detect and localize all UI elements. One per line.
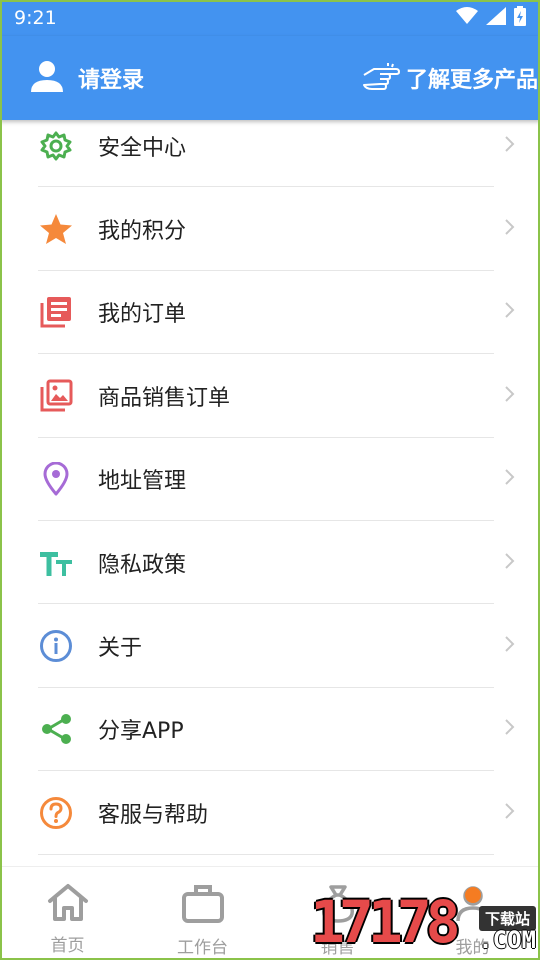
- order-list-icon: [38, 294, 74, 330]
- app-header: 请登录 了解更多产品: [0, 36, 540, 120]
- menu-item-my-points[interactable]: 我的积分: [0, 187, 540, 272]
- menu-item-address-management[interactable]: 地址管理: [0, 438, 540, 522]
- share-icon: [38, 711, 74, 747]
- gallery-icon: [38, 378, 74, 414]
- menu-item-sales-orders[interactable]: 商品销售订单: [0, 354, 540, 438]
- chevron-right-icon: [504, 468, 516, 490]
- help-icon: [38, 795, 74, 831]
- menu-item-about[interactable]: 关于: [0, 604, 540, 689]
- watermark-number: 17178: [310, 888, 461, 956]
- wifi-icon: [456, 6, 478, 30]
- gear-icon: [38, 128, 74, 164]
- chevron-right-icon: [504, 718, 516, 740]
- chevron-right-icon: [504, 135, 516, 157]
- menu-item-label: 分享APP: [98, 719, 184, 745]
- menu-item-label: 地址管理: [98, 469, 187, 495]
- battery-icon: [514, 5, 526, 31]
- tab-label: 工作台: [177, 938, 228, 958]
- more-products-label: 了解更多产品: [405, 68, 538, 93]
- chevron-right-icon: [504, 802, 516, 824]
- menu-item-label: 客服与帮助: [98, 802, 209, 828]
- menu-item-label: 安全中心: [98, 135, 187, 161]
- info-icon: [38, 628, 74, 664]
- menu-item-label: 我的订单: [98, 302, 187, 328]
- status-time: 9:21: [14, 7, 57, 29]
- pointing-hand-icon: [362, 61, 400, 95]
- signal-icon: [486, 6, 506, 30]
- more-products-button[interactable]: 了解更多产品: [362, 36, 538, 120]
- chevron-right-icon: [504, 301, 516, 323]
- menu-item-customer-service[interactable]: 客服与帮助: [0, 771, 540, 855]
- star-icon: [38, 211, 74, 247]
- location-pin-icon: [38, 461, 74, 497]
- tab-label: 首页: [50, 936, 85, 956]
- login-label: 请登录: [78, 68, 145, 93]
- home-icon: [47, 883, 89, 925]
- menu-item-privacy-policy[interactable]: 隐私政策: [0, 521, 540, 605]
- menu-list: 安全中心 我的积分 我的订单 商品销售订单 地址管理 隐私政策 关于 分享APP…: [0, 104, 540, 855]
- tab-workbench[interactable]: 工作台: [135, 867, 270, 960]
- menu-item-my-orders[interactable]: 我的订单: [0, 271, 540, 355]
- chevron-right-icon: [504, 635, 516, 657]
- menu-item-label: 我的积分: [98, 219, 187, 245]
- chevron-right-icon: [504, 218, 516, 240]
- user-icon: [30, 59, 64, 97]
- login-button[interactable]: 请登录: [30, 59, 144, 97]
- menu-item-label: 隐私政策: [98, 552, 187, 578]
- menu-item-share-app[interactable]: 分享APP: [0, 688, 540, 772]
- watermark-suffix: .COM: [478, 926, 536, 954]
- briefcase-icon: [181, 883, 225, 927]
- status-bar: 9:21: [0, 0, 540, 36]
- watermark-logo: 17178 下载站 .COM: [308, 878, 538, 958]
- chevron-right-icon: [504, 552, 516, 574]
- chevron-right-icon: [504, 385, 516, 407]
- tab-home[interactable]: 首页: [0, 867, 135, 960]
- menu-item-label: 商品销售订单: [98, 385, 231, 411]
- text-size-icon: [38, 545, 74, 581]
- menu-item-label: 关于: [98, 636, 143, 662]
